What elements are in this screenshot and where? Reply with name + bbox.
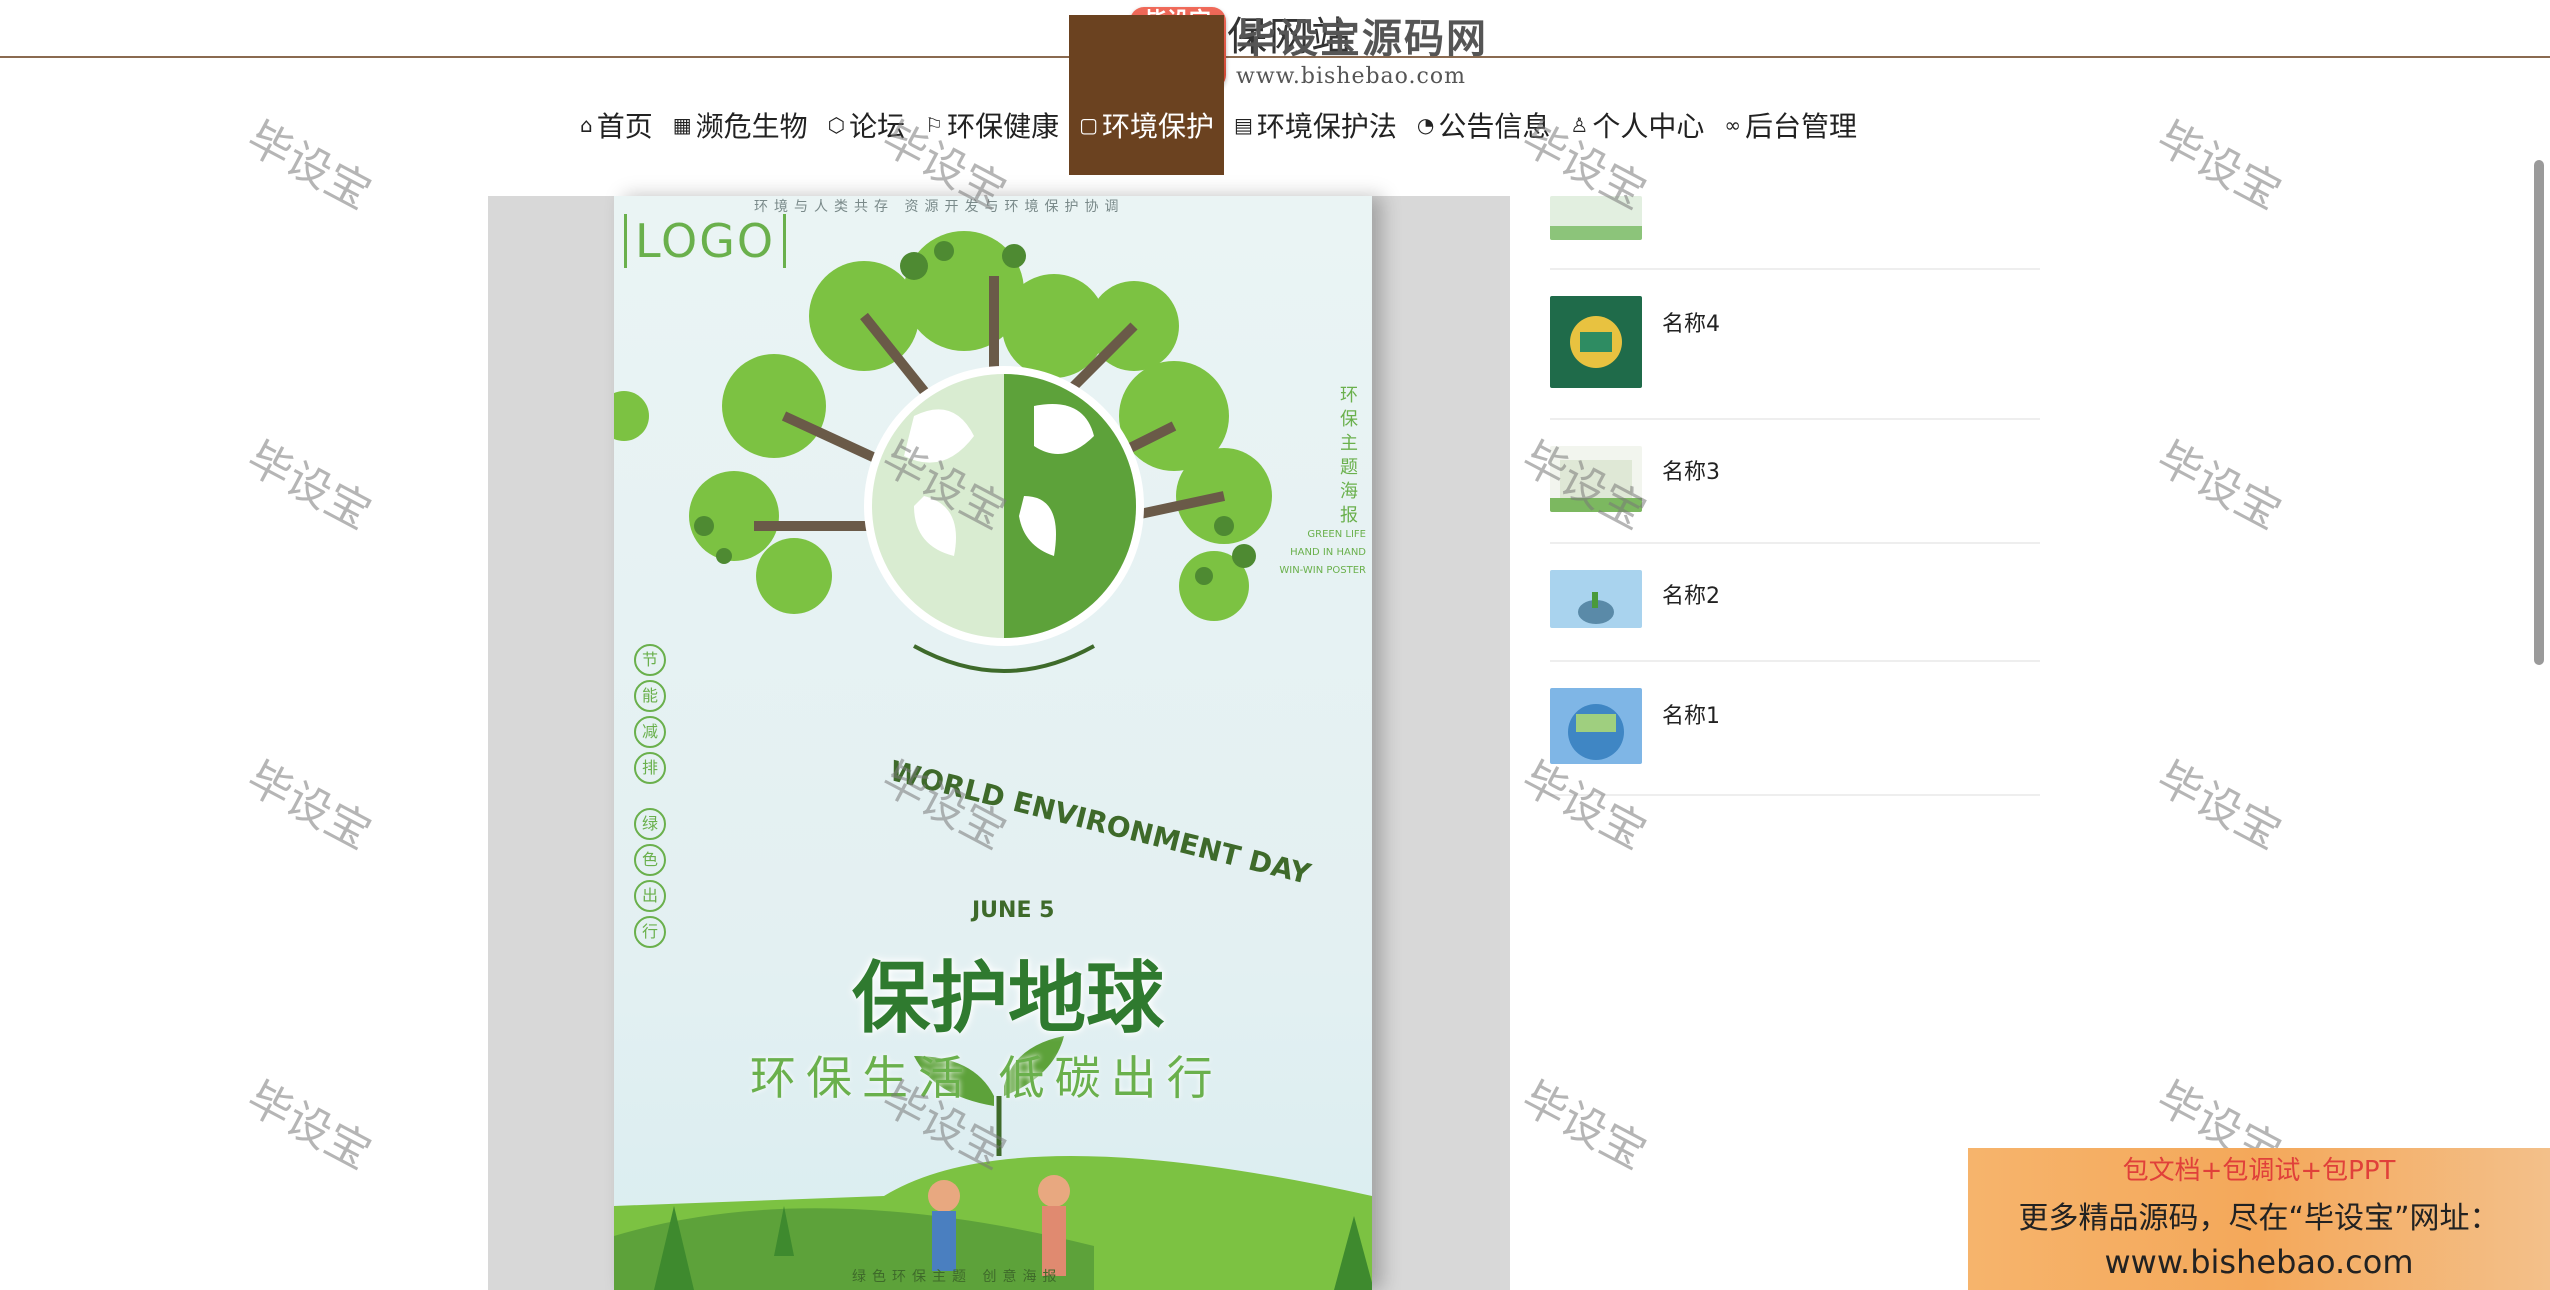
watermark: 毕设宝 xyxy=(2148,432,2290,540)
nav-label: 个人中心 xyxy=(1592,110,1705,143)
nav-label: 环境保护法 xyxy=(1256,110,1397,143)
poster-badge: 排 xyxy=(634,752,666,784)
watermark: 毕设宝 xyxy=(1513,1072,1655,1180)
nav-label: 环境保护 xyxy=(1101,110,1214,143)
poster-subtitle: 环保生活 低碳出行 xyxy=(750,1051,1223,1105)
poster-main-title: 保护地球 xyxy=(852,954,1165,1044)
grid-icon: ▦ xyxy=(672,113,692,137)
list-item[interactable]: 名称4 xyxy=(1550,270,2040,420)
list-thumbnail xyxy=(1550,688,1642,764)
list-item-name: 名称1 xyxy=(1662,704,1720,729)
watermark: 毕设宝 xyxy=(2148,112,2290,220)
square-icon: ▢ xyxy=(1079,113,1098,137)
poster-badge: 绿 xyxy=(634,808,666,840)
poster-badge: 减 xyxy=(634,716,666,748)
poster-badge: 色 xyxy=(634,844,666,876)
nav-item-announcements[interactable]: ◔ 公告信息 xyxy=(1407,75,1560,175)
link-icon: ∞ xyxy=(1724,113,1742,137)
nav-item-eco-health[interactable]: ⚐ 环保健康 xyxy=(915,75,1069,175)
list-item-name: 名称2 xyxy=(1662,584,1720,609)
brand-name: 毕设宝源码网 xyxy=(1236,16,1488,62)
poster-badge: 节 xyxy=(634,644,666,676)
promo-url: www.bishebao.com xyxy=(2104,1243,2414,1281)
list-thumbnail xyxy=(1550,196,1642,240)
promo-line-2: 更多精品源码，尽在“毕设宝”网址： xyxy=(2018,1201,2500,1236)
poster-side-badges: 节 能 减 排 绿 色 出 行 xyxy=(634,644,666,948)
list-item[interactable]: 名称3 xyxy=(1550,420,2040,544)
poster-vertical-english: GREEN LIFE HAND IN HAND WIN-WIN POSTER xyxy=(1279,529,1366,576)
watermark: 毕设宝 xyxy=(238,112,380,220)
poster-vertical-title: 环保主题海报 xyxy=(1340,385,1358,526)
flag-icon: ⚐ xyxy=(925,113,944,137)
list-item[interactable]: 名称2 xyxy=(1550,544,2040,662)
nav-item-home[interactable]: ⌂ 首页 xyxy=(570,75,663,175)
related-list: 名称4 名称3 名称2 名称1 xyxy=(1550,160,2040,796)
promo-banner[interactable]: 包文档+包调试+包PPT 更多精品源码，尽在“毕设宝”网址： www.bishe… xyxy=(1968,1148,2550,1290)
poster-badge: 出 xyxy=(634,880,666,912)
list-item[interactable] xyxy=(1550,160,2040,270)
poster-date: JUNE 5 xyxy=(972,898,1055,923)
nav-label: 环保健康 xyxy=(947,110,1060,143)
nav-item-environment-law[interactable]: ▤ 环境保护法 xyxy=(1224,75,1407,175)
earth-tree-illustration xyxy=(614,231,1372,1290)
nav-item-endangered-species[interactable]: ▦ 濒危生物 xyxy=(663,75,818,175)
palette-icon: ◔ xyxy=(1416,113,1435,137)
nav-label: 首页 xyxy=(596,110,653,143)
poster-badge: 行 xyxy=(634,916,666,948)
nav-label: 濒危生物 xyxy=(695,110,808,143)
user-icon: ♙ xyxy=(1570,113,1589,137)
watermark: 毕设宝 xyxy=(238,1072,380,1180)
watermark: 毕设宝 xyxy=(2148,752,2290,860)
promo-line-1: 包文档+包调试+包PPT xyxy=(2122,1156,2396,1186)
list-thumbnail xyxy=(1550,296,1642,388)
cube-icon: ⬡ xyxy=(827,113,846,137)
watermark: 毕设宝 xyxy=(238,432,380,540)
nav-label: 后台管理 xyxy=(1745,110,1858,143)
nav-item-forum[interactable]: ⬡ 论坛 xyxy=(818,75,915,175)
nav-item-environment-protection[interactable]: ▢ 环境保护 xyxy=(1069,15,1224,175)
list-thumbnail xyxy=(1550,446,1642,512)
watermark: 毕设宝 xyxy=(238,752,380,860)
nav-label: 公告信息 xyxy=(1438,110,1551,143)
page-scrollbar[interactable] xyxy=(2534,160,2544,665)
list-item-name: 名称3 xyxy=(1662,460,1720,485)
list-thumbnail xyxy=(1550,570,1642,628)
poster-area: 环境与人类共存 资源开发与环境保护协调 LOGO WORLD ENVIRONME… xyxy=(488,196,1510,1290)
main-nav: ⌂ 首页 ▦ 濒危生物 ⬡ 论坛 ⚐ 环保健康 ▢ 环境保护 ▤ 环境保护法 ◔… xyxy=(570,15,1867,175)
home-icon: ⌂ xyxy=(580,113,593,137)
nav-label: 论坛 xyxy=(849,110,906,143)
blocks-icon: ▤ xyxy=(1234,113,1253,137)
list-item-name: 名称4 xyxy=(1662,312,1720,337)
poster-bottom-line: 绿色环保主题 创意海报 xyxy=(852,1269,1063,1285)
poster-badge: 能 xyxy=(634,680,666,712)
environment-poster-image: 环境与人类共存 资源开发与环境保护协调 LOGO WORLD ENVIRONME… xyxy=(614,196,1372,1290)
list-item[interactable]: 名称1 xyxy=(1550,662,2040,796)
